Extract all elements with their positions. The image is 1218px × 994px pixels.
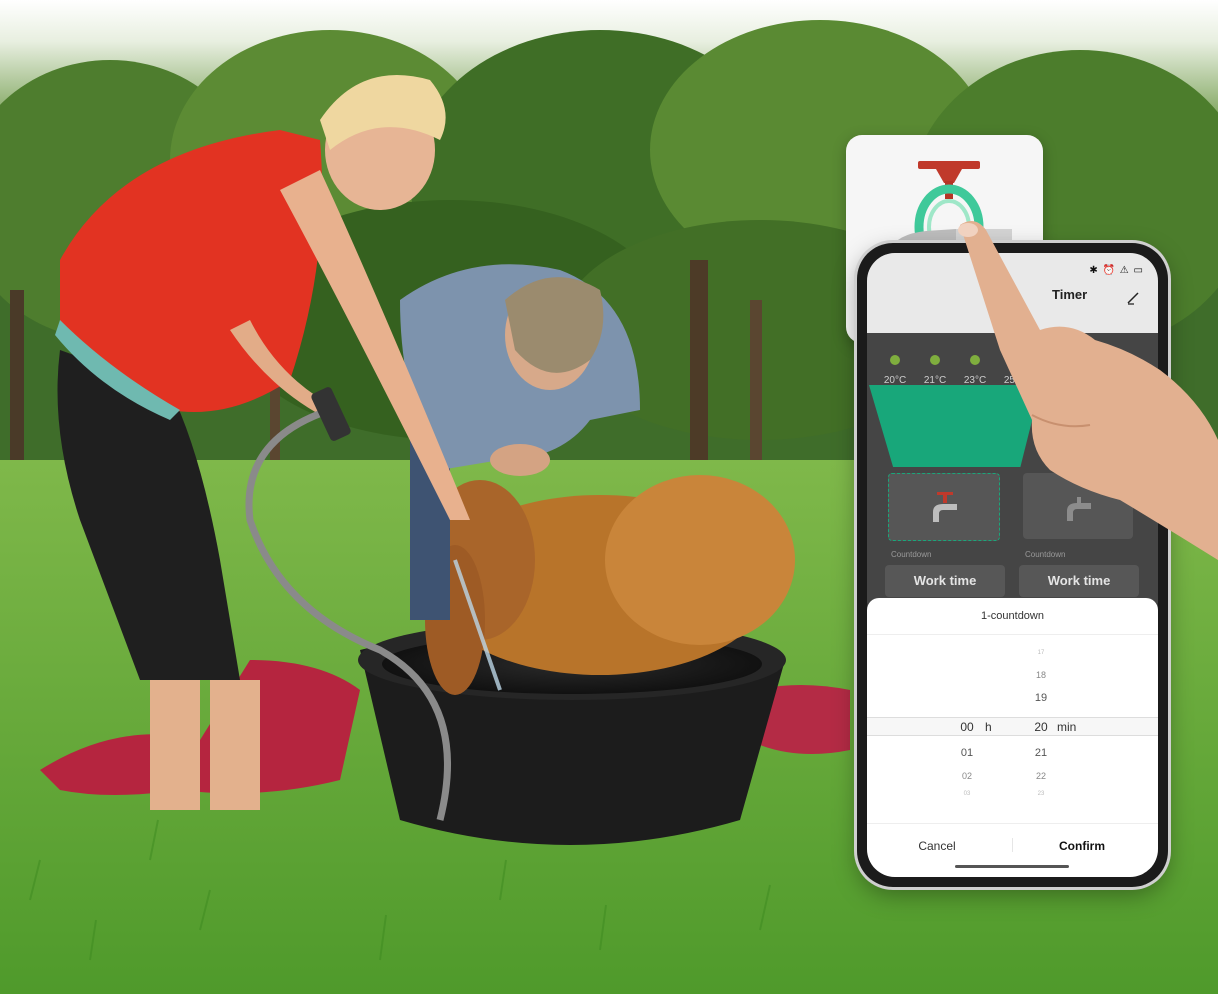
temp-dot xyxy=(890,355,900,365)
work-time-button[interactable]: Work time xyxy=(1019,565,1139,597)
sheet-title: 1-countdown xyxy=(981,610,1044,622)
minute-unit: min xyxy=(1057,720,1077,734)
minute-option: 17 xyxy=(1037,650,1045,656)
minute-selected: 20 xyxy=(1034,720,1048,734)
home-indicator xyxy=(955,865,1069,868)
work-time-button[interactable]: Work time xyxy=(885,565,1005,597)
hour-option: 02 xyxy=(961,771,972,781)
divider xyxy=(867,717,1158,718)
temp-label: 20°C xyxy=(883,375,907,386)
divider xyxy=(867,634,1158,635)
selection-band xyxy=(867,718,1158,735)
countdown-picker-sheet: 1-countdown 00 h 01 02 03 17 18 19 20 mi… xyxy=(867,598,1158,877)
minute-option: 21 xyxy=(1034,747,1048,759)
minute-option: 23 xyxy=(1037,791,1045,797)
pointing-hand xyxy=(958,221,1218,560)
divider xyxy=(1012,838,1013,852)
hour-selected: 00 xyxy=(960,720,974,734)
hour-option: 03 xyxy=(963,791,971,797)
hour-option: 01 xyxy=(960,747,974,759)
hour-unit: h xyxy=(985,720,992,734)
minute-option: 19 xyxy=(1034,692,1048,704)
divider xyxy=(867,823,1158,824)
temp-item: 20°C xyxy=(879,355,911,386)
divider xyxy=(867,735,1158,736)
minute-option: 18 xyxy=(1035,670,1046,680)
cancel-button[interactable]: Cancel xyxy=(897,834,977,858)
minute-option: 22 xyxy=(1035,771,1046,781)
confirm-button[interactable]: Confirm xyxy=(1037,834,1127,858)
